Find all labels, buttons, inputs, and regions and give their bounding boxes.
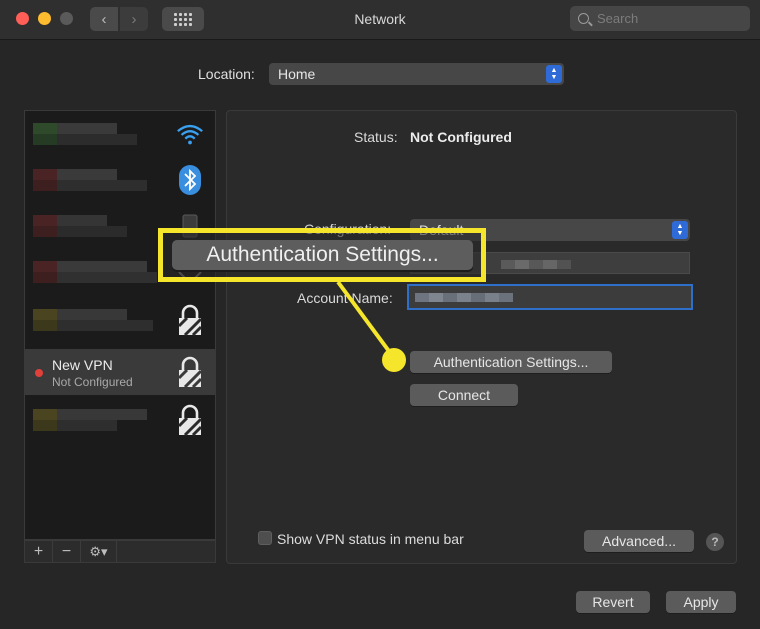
account-name-field[interactable]	[407, 284, 693, 310]
add-service-button[interactable]: +	[25, 541, 53, 562]
select-stepper-icon: ▲ ▼	[546, 65, 562, 83]
blurred-label	[33, 169, 173, 191]
wifi-icon	[175, 119, 205, 149]
advanced-button[interactable]: Advanced...	[584, 530, 694, 552]
detail-panel	[226, 110, 737, 564]
status-value: Not Configured	[410, 129, 512, 145]
service-item-bluetooth[interactable]	[25, 157, 215, 203]
account-name-label: Account Name:	[297, 290, 393, 306]
service-item-vpn-2[interactable]	[25, 397, 215, 443]
show-vpn-status-checkbox[interactable]	[258, 531, 272, 545]
status-dot-icon	[35, 369, 43, 377]
location-label: Location:	[198, 66, 255, 82]
revert-button[interactable]: Revert	[576, 591, 650, 613]
apply-button[interactable]: Apply	[666, 591, 736, 613]
network-window: ‹ › Network Location: Home ▲▼	[0, 0, 760, 629]
blurred-value	[415, 293, 513, 302]
status-label: Status:	[354, 129, 398, 145]
lock-icon	[175, 304, 205, 337]
select-stepper-icon: ▲ ▼	[672, 221, 688, 239]
service-name: New VPN	[52, 357, 113, 373]
callout-zoomed-button: Authentication Settings...	[172, 240, 473, 270]
service-item-new-vpn[interactable]: New VPN Not Configured	[25, 349, 215, 395]
search-field[interactable]	[570, 6, 750, 31]
service-item-wifi[interactable]	[25, 111, 215, 157]
service-list-toolbar: + − ⚙︎▾	[24, 540, 216, 563]
blurred-label	[33, 261, 173, 283]
service-item-vpn-1[interactable]	[25, 297, 215, 343]
gear-menu-button[interactable]: ⚙︎▾	[81, 541, 117, 562]
location-value: Home	[278, 66, 316, 82]
help-button[interactable]: ?	[706, 533, 724, 551]
search-icon	[578, 13, 589, 24]
search-input[interactable]	[597, 11, 737, 26]
service-status: Not Configured	[52, 375, 133, 389]
bluetooth-icon	[175, 165, 205, 195]
blurred-label	[33, 309, 173, 331]
lock-icon	[175, 356, 205, 389]
remove-service-button[interactable]: −	[53, 541, 81, 562]
blurred-label	[33, 123, 173, 145]
service-list[interactable]: New VPN Not Configured	[24, 110, 216, 540]
location-select[interactable]: Home ▲ ▼	[269, 63, 564, 85]
blurred-value	[501, 260, 571, 269]
title-bar: ‹ › Network	[0, 0, 760, 40]
lock-icon	[175, 404, 205, 437]
blurred-label	[33, 409, 173, 431]
authentication-settings-button[interactable]: Authentication Settings...	[410, 351, 612, 373]
blurred-label	[33, 215, 173, 237]
connect-button[interactable]: Connect	[410, 384, 518, 406]
show-vpn-status-label: Show VPN status in menu bar	[277, 531, 464, 547]
